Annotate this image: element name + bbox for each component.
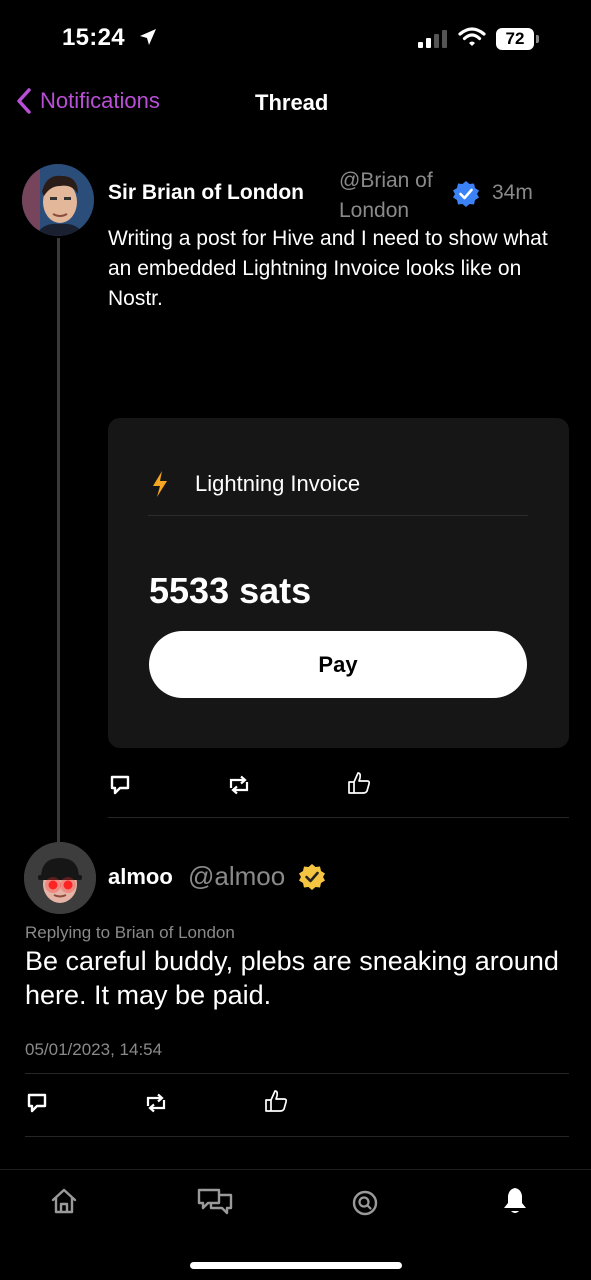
bell-icon[interactable] [502, 1186, 528, 1216]
pay-button[interactable]: Pay [149, 631, 527, 698]
reply-icon[interactable] [25, 1091, 49, 1115]
post-timestamp: 34m [492, 181, 533, 204]
like-icon[interactable] [263, 1088, 289, 1114]
back-label: Notifications [40, 88, 160, 113]
invoice-amount: 5533 sats [149, 570, 312, 611]
chevron-left-icon [17, 88, 31, 114]
battery-indicator: 72 [496, 28, 534, 50]
reply-timestamp: 05/01/2023, 14:54 [25, 1040, 163, 1059]
author-avatar[interactable] [22, 164, 94, 236]
reply-divider [25, 1073, 569, 1074]
home-indicator [190, 1262, 402, 1269]
invoice-title: Lightning Invoice [195, 471, 361, 496]
invoice-divider [148, 515, 528, 516]
repost-icon[interactable] [143, 1091, 169, 1115]
reply-content: Be careful buddy, plebs are sneaking aro… [25, 946, 559, 1010]
cellular-signal-icon [418, 30, 447, 48]
post-divider [108, 817, 569, 818]
reply-author-name[interactable]: almoo [108, 864, 173, 890]
messages-icon[interactable] [196, 1186, 234, 1216]
post-content: Writing a post for Hive and I need to sh… [108, 227, 548, 310]
thread-line [57, 238, 60, 842]
search-icon[interactable] [351, 1189, 379, 1217]
author-handle[interactable]: @Brian of London [339, 166, 449, 226]
reply-icon[interactable] [108, 773, 132, 797]
verified-badge-icon [299, 864, 325, 890]
like-icon[interactable] [346, 770, 372, 796]
reply-author-handle[interactable]: @almoo [188, 861, 285, 892]
reply-actions-divider [25, 1136, 569, 1137]
verified-badge-icon [453, 181, 479, 207]
tab-bar-divider [0, 1169, 591, 1170]
battery-cap [536, 35, 539, 43]
location-arrow-icon [140, 29, 156, 45]
home-icon[interactable] [49, 1186, 79, 1216]
status-time: 15:24 [62, 24, 125, 51]
back-button[interactable]: Notifications [16, 88, 160, 114]
repost-icon[interactable] [226, 773, 252, 797]
page-title: Thread [255, 90, 329, 115]
lightning-bolt-icon [153, 471, 167, 497]
replying-to-label[interactable]: Replying to Brian of London [25, 923, 235, 943]
reply-author-avatar[interactable] [24, 842, 96, 914]
author-name[interactable]: Sir Brian of London [108, 181, 304, 205]
wifi-icon [458, 27, 486, 46]
